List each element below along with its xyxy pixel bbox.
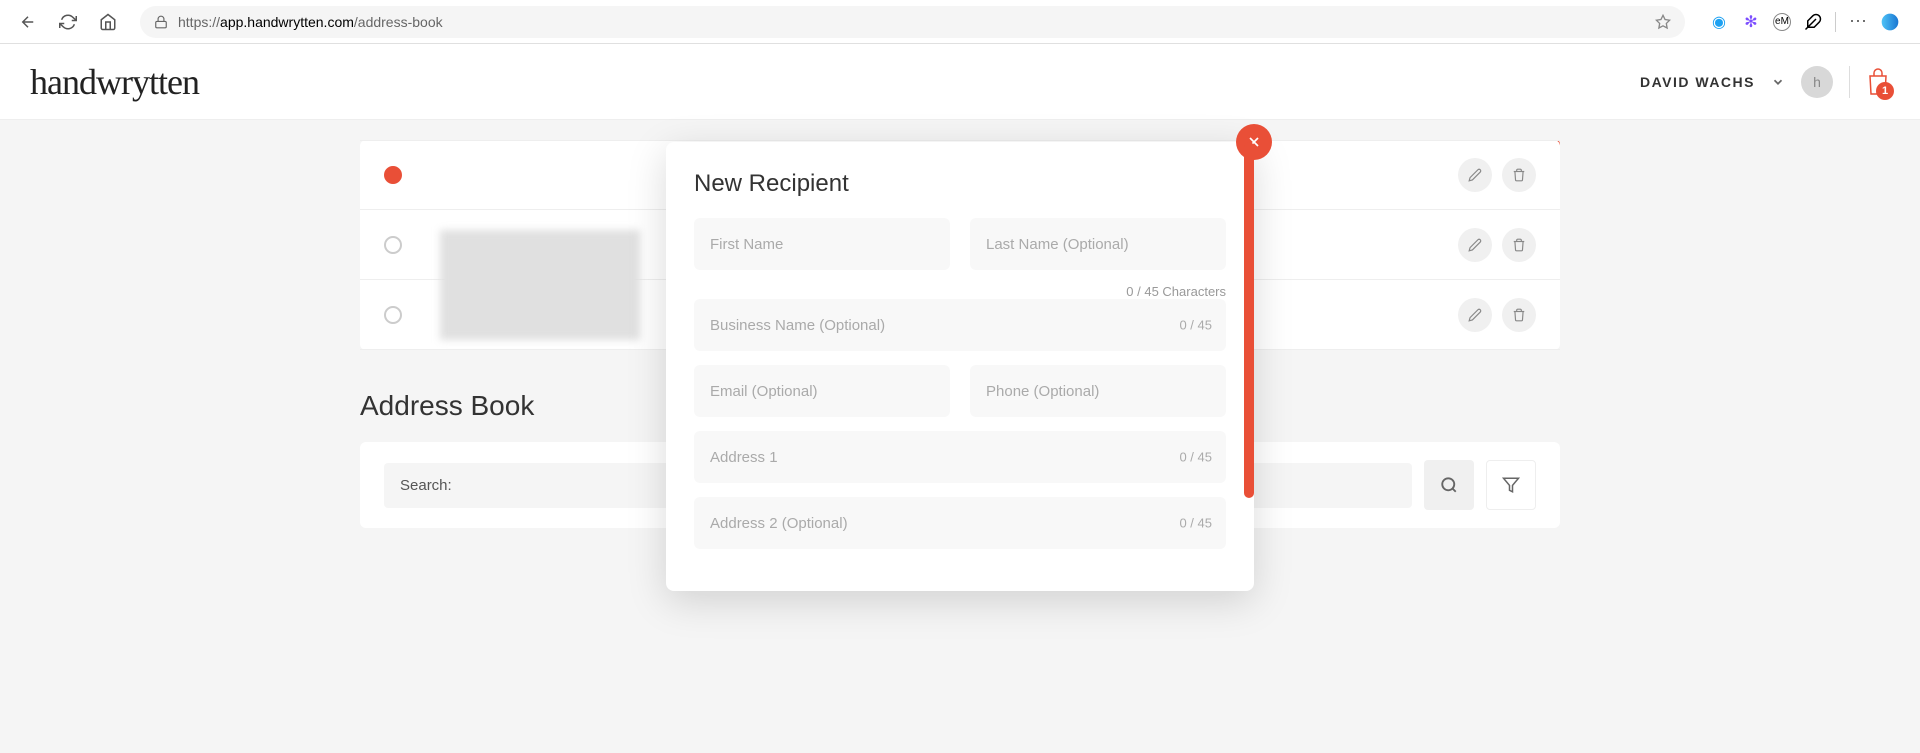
filter-button[interactable] xyxy=(1486,460,1536,510)
app-header: handwrytten DAVID WACHS h 1 xyxy=(0,44,1920,120)
name-char-counter: 0 / 45 Characters xyxy=(694,284,1226,299)
delete-button[interactable] xyxy=(1502,298,1536,332)
new-recipient-modal: New Recipient 0 / 45 Characters 0 / 45 xyxy=(666,142,1254,591)
refresh-button[interactable] xyxy=(52,6,84,38)
business-char-counter: 0 / 45 xyxy=(1179,318,1212,333)
address2-char-counter: 0 / 45 xyxy=(1179,516,1212,531)
copilot-icon[interactable] xyxy=(1880,12,1900,32)
address-bar[interactable]: https://app.handwrytten.com/address-book xyxy=(140,6,1685,38)
email-input[interactable] xyxy=(694,365,950,417)
cart-badge: 1 xyxy=(1876,82,1894,100)
user-name: DAVID WACHS xyxy=(1640,74,1755,90)
radio-selected[interactable] xyxy=(384,166,402,184)
address2-input[interactable] xyxy=(694,497,1226,549)
home-button[interactable] xyxy=(92,6,124,38)
ext-icon-3[interactable]: eM xyxy=(1773,13,1791,31)
favorite-icon[interactable] xyxy=(1655,14,1671,30)
browser-extensions: ◉ ✻ eM ⋯ xyxy=(1701,12,1908,32)
first-name-input[interactable] xyxy=(694,218,950,270)
modal-title: New Recipient xyxy=(666,142,1254,218)
edit-button[interactable] xyxy=(1458,298,1492,332)
user-menu-chevron-icon[interactable] xyxy=(1771,75,1785,89)
radio[interactable] xyxy=(384,306,402,324)
browser-toolbar: https://app.handwrytten.com/address-book… xyxy=(0,0,1920,44)
search-button[interactable] xyxy=(1424,460,1474,510)
phone-input[interactable] xyxy=(970,365,1226,417)
delete-button[interactable] xyxy=(1502,228,1536,262)
last-name-input[interactable] xyxy=(970,218,1226,270)
edit-button[interactable] xyxy=(1458,158,1492,192)
logo[interactable]: handwrytten xyxy=(30,61,199,103)
lock-icon xyxy=(154,15,168,29)
address1-input[interactable] xyxy=(694,431,1226,483)
url-text: https://app.handwrytten.com/address-book xyxy=(178,14,443,30)
address1-char-counter: 0 / 45 xyxy=(1179,450,1212,465)
menu-icon[interactable]: ⋯ xyxy=(1848,12,1868,32)
redacted-content xyxy=(440,230,640,340)
edit-button[interactable] xyxy=(1458,228,1492,262)
delete-button[interactable] xyxy=(1502,158,1536,192)
ext-icon-2[interactable]: ✻ xyxy=(1741,12,1761,32)
radio[interactable] xyxy=(384,236,402,254)
back-button[interactable] xyxy=(12,6,44,38)
cart-button[interactable]: 1 xyxy=(1866,68,1890,96)
avatar[interactable]: h xyxy=(1801,66,1833,98)
business-name-input[interactable] xyxy=(694,299,1226,351)
extensions-icon[interactable] xyxy=(1803,12,1823,32)
ext-icon-1[interactable]: ◉ xyxy=(1709,12,1729,32)
close-button[interactable] xyxy=(1236,124,1272,160)
search-label: Search: xyxy=(400,477,452,494)
